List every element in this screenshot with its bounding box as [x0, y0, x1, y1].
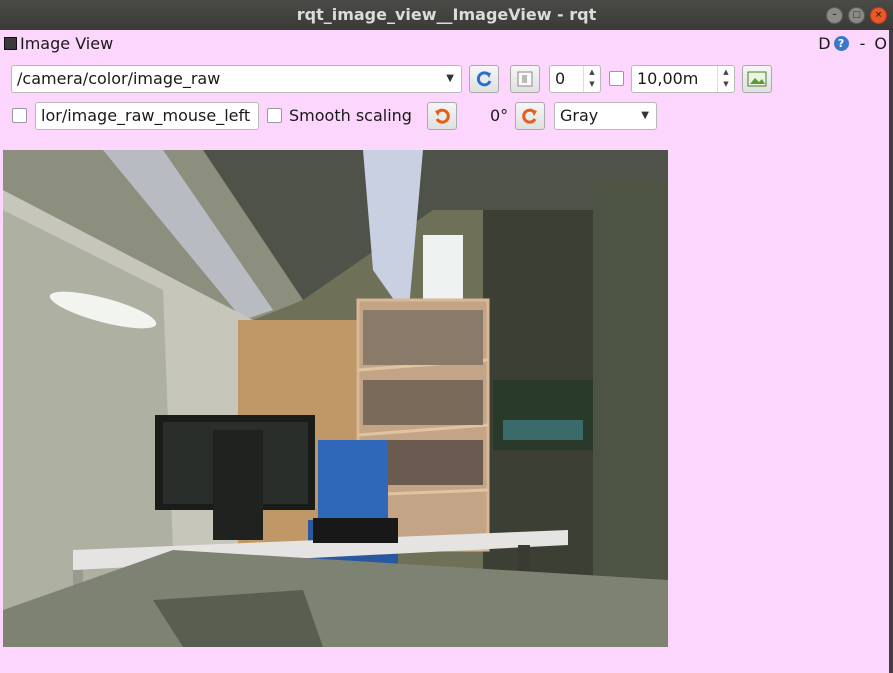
help-button-label[interactable]: D — [818, 34, 830, 53]
refresh-icon — [476, 71, 492, 87]
spin-arrows-icon[interactable]: ▲ ▼ — [583, 66, 600, 92]
topic-combobox[interactable]: /camera/color/image_raw ▼ — [11, 65, 462, 93]
save-image-icon — [747, 71, 767, 87]
window-buttons: – □ × — [826, 7, 887, 24]
color-scheme-value: Gray — [560, 106, 599, 125]
zoom-button[interactable] — [510, 65, 540, 93]
topic-value: /camera/color/image_raw — [17, 69, 221, 88]
max-range-value: 10,00m — [637, 69, 699, 88]
rotation-label: 0° — [490, 106, 509, 125]
mouse-topic-input[interactable]: lor/image_raw_mouse_left — [35, 102, 259, 130]
minimize-plugin-button[interactable]: - — [860, 34, 866, 53]
frame-skip-value: 0 — [555, 69, 566, 88]
dynamic-range-checkbox[interactable] — [609, 71, 624, 86]
chevron-down-icon: ▼ — [446, 73, 454, 84]
smooth-scaling-label: Smooth scaling — [289, 106, 412, 125]
rotate-right-button[interactable] — [515, 102, 545, 130]
minimize-window-icon[interactable]: – — [826, 7, 843, 24]
window-title: rqt_image_view__ImageView - rqt — [296, 5, 597, 24]
plugin-header: Image View — [4, 34, 113, 53]
frame-skip-spinbox[interactable]: 0 ▲ ▼ — [549, 65, 601, 93]
rotate-left-icon — [435, 108, 450, 124]
plugin-icon — [4, 37, 17, 50]
plugin-title: Image View — [20, 34, 114, 53]
window-border — [889, 30, 893, 673]
save-image-button[interactable] — [742, 65, 772, 93]
plugin-header-controls: D ? - O — [818, 34, 887, 53]
color-scheme-combobox[interactable]: Gray ▼ — [554, 102, 657, 130]
camera-image[interactable] — [3, 150, 668, 647]
close-plugin-button[interactable]: O — [874, 34, 887, 53]
maximize-window-icon[interactable]: □ — [848, 7, 865, 24]
close-window-icon[interactable]: × — [870, 7, 887, 24]
spin-arrows-icon[interactable]: ▲ ▼ — [717, 66, 734, 92]
zoom-icon — [517, 71, 533, 87]
publish-mouse-checkbox[interactable] — [12, 108, 27, 123]
help-icon[interactable]: ? — [833, 36, 849, 51]
window-titlebar[interactable]: rqt_image_view__ImageView - rqt – □ × — [0, 0, 893, 30]
max-range-spinbox[interactable]: 10,00m ▲ ▼ — [631, 65, 735, 93]
smooth-scaling-checkbox[interactable] — [267, 108, 282, 123]
rotate-left-button[interactable] — [427, 102, 457, 130]
chevron-down-icon: ▼ — [641, 110, 649, 121]
mouse-topic-value: lor/image_raw_mouse_left — [41, 106, 251, 125]
refresh-topics-button[interactable] — [469, 65, 499, 93]
camera-image-canvas — [3, 150, 668, 647]
rotate-right-icon — [522, 108, 537, 124]
